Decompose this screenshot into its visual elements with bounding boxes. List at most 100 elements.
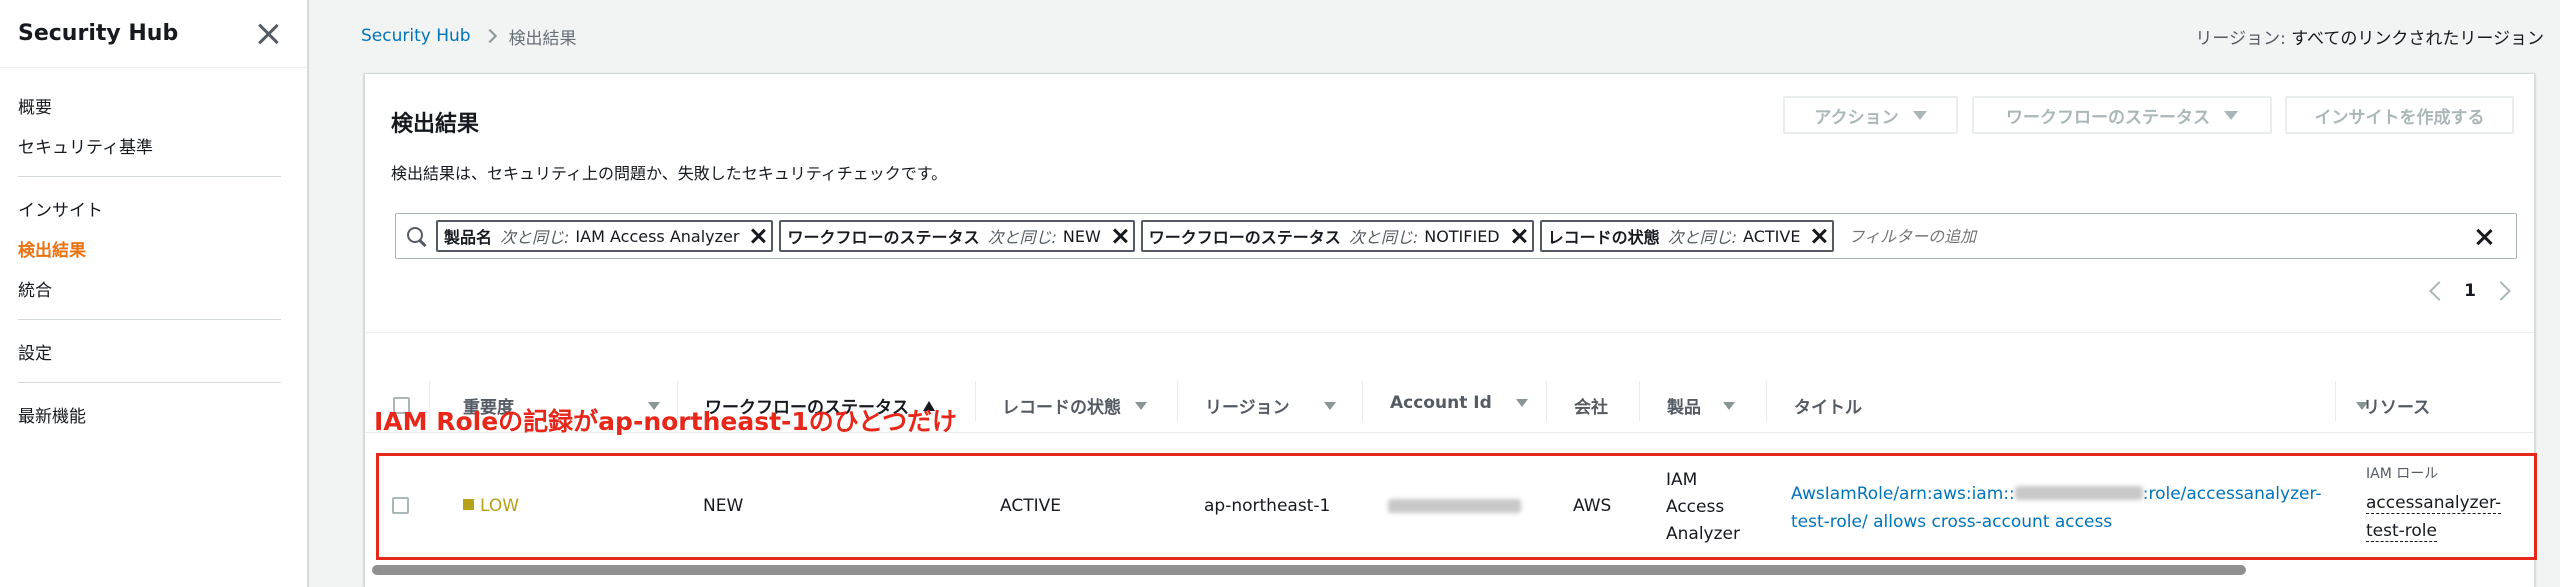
chevron-left-icon[interactable] — [2429, 281, 2450, 301]
sidebar-item-whats-new[interactable]: 最新機能 — [18, 397, 281, 437]
filter-operator: 次と同じ: — [987, 228, 1057, 247]
column-header-account-id[interactable]: Account Id — [1390, 393, 1528, 413]
filter-token[interactable]: 製品名 次と同じ: IAM Access Analyzer — [436, 220, 774, 252]
horizontal-scrollbar[interactable] — [372, 565, 2246, 575]
sidebar-header: Security Hub — [0, 0, 307, 68]
sidebar-section: 概要 セキュリティ基準 — [18, 68, 281, 177]
resource-type: IAM ロール — [2366, 466, 2439, 482]
finding-title-link-continued[interactable]: test-role/ allows cross-account access — [1791, 508, 2321, 536]
region-selector[interactable]: リージョン: すべてのリンクされたリージョン — [2195, 24, 2544, 49]
row-checkbox[interactable] — [392, 497, 409, 514]
severity-label: LOW — [480, 496, 520, 516]
region-value: すべてのリンクされたリージョン — [2291, 28, 2544, 49]
severity-cell: LOW — [463, 496, 519, 516]
caret-down-icon — [1912, 110, 1927, 120]
filter-value: NOTIFIED — [1424, 226, 1500, 246]
breadcrumb-current: 検出結果 — [508, 28, 577, 49]
close-icon[interactable] — [255, 21, 281, 47]
column-label: 製品 — [1667, 398, 1701, 418]
title-part: AwsIamRole/arn:aws:iam:: — [1791, 484, 2015, 504]
title-part: :role/accessanalyzer- — [2142, 484, 2322, 504]
sidebar-item-integrations[interactable]: 統合 — [18, 271, 281, 311]
breadcrumb-security-hub[interactable]: Security Hub — [361, 26, 471, 46]
page-title: 検出結果 — [391, 112, 480, 137]
column-label: リージョン — [1205, 398, 1290, 418]
filter-field: レコードの状態 — [1547, 228, 1660, 247]
sidebar-item-insights[interactable]: インサイト — [18, 191, 281, 231]
filter-value: IAM Access Analyzer — [575, 226, 740, 246]
sidebar: Security Hub 概要 セキュリティ基準 インサイト 検出結果 統合 設… — [0, 0, 309, 587]
remove-filter-icon[interactable] — [1111, 227, 1129, 245]
sidebar-section: 設定 — [18, 320, 281, 383]
filter-operator: 次と同じ: — [1348, 228, 1419, 247]
workflow-status-button[interactable]: ワークフローのステータス — [1972, 96, 2272, 134]
resource-name-line: test-role — [2366, 521, 2437, 542]
filter-token[interactable]: ワークフローのステータス 次と同じ: NOTIFIED — [1140, 220, 1534, 252]
severity-low-icon — [463, 499, 474, 510]
column-label: レコードの状態 — [1002, 398, 1121, 418]
title-cell: AwsIamRole/arn:aws:iam:::role/accessanal… — [1791, 480, 2321, 536]
sidebar-section: 最新機能 — [18, 383, 281, 445]
sidebar-item-overview[interactable]: 概要 — [18, 88, 281, 128]
actions-button-label: アクション — [1814, 107, 1899, 128]
redacted-account-id — [2014, 486, 2143, 500]
chevron-right-icon[interactable] — [2491, 281, 2511, 301]
filter-operator: 次と同じ: — [500, 228, 570, 247]
column-header-record-state[interactable]: レコードの状態 — [1002, 393, 1147, 418]
column-divider — [1639, 381, 1640, 421]
column-header-company[interactable]: 会社 — [1574, 393, 1608, 418]
filter-field: ワークフローのステータス — [787, 228, 980, 247]
pagination: 1 — [2429, 281, 2511, 301]
column-header-title[interactable]: タイトル — [1794, 393, 2368, 418]
product-cell: IAM Access Analyzer — [1666, 467, 1740, 548]
sidebar-title: Security Hub — [18, 21, 179, 46]
column-divider — [1177, 381, 1178, 421]
column-header-region[interactable]: リージョン — [1205, 393, 1336, 418]
clear-filters-icon[interactable] — [2474, 227, 2494, 247]
create-insight-button[interactable]: インサイトを作成する — [2285, 96, 2514, 134]
column-header-resource[interactable]: リソース — [2363, 393, 2430, 418]
sidebar-item-security-standards[interactable]: セキュリティ基準 — [18, 128, 281, 168]
column-label: リソース — [2363, 398, 2431, 418]
region-cell: ap-northeast-1 — [1204, 496, 1331, 516]
annotation-label: IAM Roleの記録がap-northeast-1のひとつだけ — [374, 407, 958, 436]
workflow-status-button-label: ワークフローのステータス — [2006, 107, 2210, 128]
resource-name-line: accessanalyzer- — [2366, 493, 2502, 514]
record-state-cell: ACTIVE — [1000, 496, 1061, 516]
filter-token[interactable]: ワークフローのステータス 次と同じ: NEW — [779, 220, 1135, 252]
chevron-right-icon — [482, 28, 497, 44]
top-bar: Security Hub 検出結果 リージョン: すべてのリンクされたリージョン — [361, 18, 2544, 54]
filter-field: ワークフローのステータス — [1148, 228, 1341, 247]
sort-icon — [1515, 399, 1528, 407]
account-id-cell — [1388, 498, 1521, 518]
filter-operator: 次と同じ: — [1667, 228, 1738, 247]
filter-token[interactable]: レコードの状態 次と同じ: ACTIVE — [1539, 220, 1835, 252]
create-insight-button-label: インサイトを作成する — [2314, 107, 2485, 128]
column-label: タイトル — [1794, 398, 1862, 418]
product-line: Access — [1666, 497, 1725, 517]
product-line: IAM — [1666, 470, 1698, 490]
page-number[interactable]: 1 — [2464, 281, 2476, 301]
finding-title-link[interactable]: AwsIamRole/arn:aws:iam:::role/accessanal… — [1791, 480, 2321, 508]
filter-field: 製品名 — [444, 228, 493, 247]
workflow-status-cell: NEW — [703, 496, 744, 516]
remove-filter-icon[interactable] — [1810, 227, 1828, 245]
resource-name[interactable]: accessanalyzer- test-role — [2366, 489, 2502, 545]
filter-input[interactable] — [1848, 226, 2249, 246]
actions-button[interactable]: アクション — [1783, 96, 1958, 134]
sidebar-item-settings[interactable]: 設定 — [18, 334, 281, 374]
filter-value: ACTIVE — [1743, 226, 1801, 246]
search-icon — [404, 224, 428, 248]
sidebar-item-findings[interactable]: 検出結果 — [18, 231, 281, 271]
page-description: 検出結果は、セキュリティ上の問題か、失敗したセキュリティチェックです。 — [391, 164, 948, 183]
company-cell: AWS — [1573, 496, 1612, 516]
column-divider — [1766, 381, 1767, 421]
filter-bar[interactable]: 製品名 次と同じ: IAM Access Analyzer ワークフローのステー… — [395, 213, 2517, 259]
remove-filter-icon[interactable] — [749, 227, 767, 245]
column-header-product[interactable]: 製品 — [1667, 393, 1735, 418]
product-line: Analyzer — [1666, 524, 1740, 544]
sort-icon — [1723, 401, 1735, 410]
column-divider — [975, 381, 976, 421]
remove-filter-icon[interactable] — [1510, 227, 1528, 245]
breadcrumb: Security Hub 検出結果 — [361, 24, 577, 49]
